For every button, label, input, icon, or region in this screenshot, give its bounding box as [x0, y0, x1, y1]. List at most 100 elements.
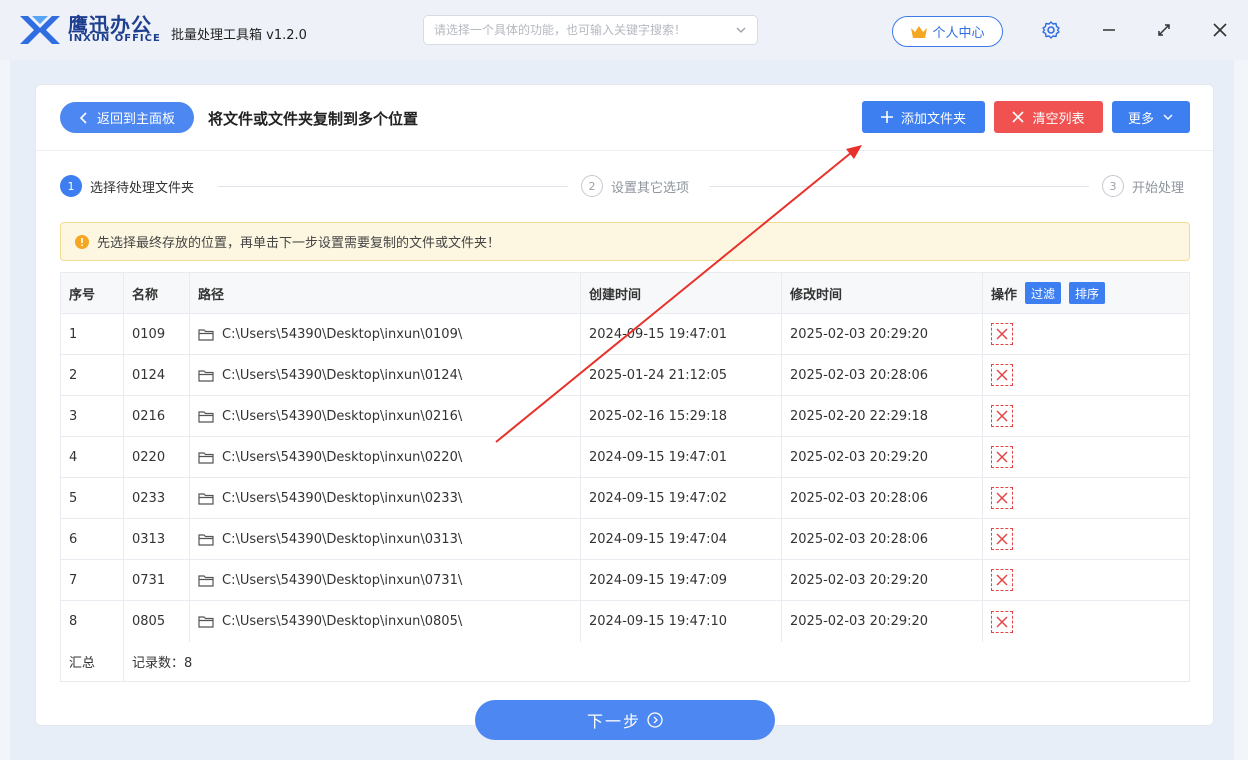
folder-table: 序号 名称 路径 创建时间 修改时间 操作 过滤 排序 1 0109 C:\User…	[60, 272, 1190, 682]
row-name: 0124	[124, 355, 190, 395]
row-created: 2025-01-24 21:12:05	[581, 355, 782, 395]
next-step-label: 下一步	[586, 712, 641, 731]
step-label: 开始处理	[1132, 180, 1185, 196]
row-actions	[983, 314, 1189, 354]
delete-icon[interactable]	[991, 528, 1013, 550]
table-row[interactable]: 2 0124 C:\Users\54390\Desktop\inxun\0124\ 2…	[61, 355, 1189, 396]
search-input[interactable]	[424, 16, 714, 44]
table-row[interactable]: 7 0731 C:\Users\54390\Desktop\inxun\0731\ 2…	[61, 560, 1189, 601]
row-actions	[983, 560, 1189, 600]
row-path: C:\Users\54390\Desktop\inxun\0313\	[190, 519, 581, 559]
table-row[interactable]: 1 0109 C:\Users\54390\Desktop\inxun\0109\ 2…	[61, 314, 1189, 355]
more-button[interactable]: 更多	[1112, 101, 1190, 133]
row-path-text: C:\Users\54390\Desktop\inxun\0124\	[222, 367, 463, 383]
row-path-text: C:\Users\54390\Desktop\inxun\0109\	[222, 326, 463, 342]
row-index: 1	[61, 314, 124, 354]
delete-icon[interactable]	[991, 323, 1013, 345]
chevron-down-icon[interactable]	[735, 24, 747, 36]
row-path: C:\Users\54390\Desktop\inxun\0233\	[190, 478, 581, 518]
row-actions	[983, 355, 1189, 395]
row-index: 5	[61, 478, 124, 518]
folder-icon	[198, 533, 214, 546]
arrow-right-circle-icon	[647, 712, 663, 728]
left-strip	[0, 60, 10, 760]
delete-icon[interactable]	[991, 446, 1013, 468]
col-actions: 操作 过滤 排序	[983, 273, 1189, 313]
folder-icon	[198, 492, 214, 505]
row-path: C:\Users\54390\Desktop\inxun\0216\	[190, 396, 581, 436]
delete-icon[interactable]	[991, 487, 1013, 509]
chevron-down-icon	[1163, 114, 1173, 120]
col-path: 路径	[190, 273, 581, 313]
row-modified: 2025-02-03 20:29:20	[782, 437, 983, 477]
row-name: 0805	[124, 601, 190, 642]
maximize-icon[interactable]	[1154, 20, 1174, 40]
main-panel: 返回到主面板 将文件或文件夹复制到多个位置 添加文件夹 清空列表 更多 1 选择…	[35, 84, 1214, 740]
table-row[interactable]: 3 0216 C:\Users\54390\Desktop\inxun\0216\ 2…	[61, 396, 1189, 437]
delete-icon[interactable]	[991, 364, 1013, 386]
step-label: 选择待处理文件夹	[90, 180, 195, 196]
row-index: 2	[61, 355, 124, 395]
step-2: 2 设置其它选项	[581, 175, 689, 197]
close-icon[interactable]	[1210, 20, 1230, 40]
row-path: C:\Users\54390\Desktop\inxun\0220\	[190, 437, 581, 477]
row-path: C:\Users\54390\Desktop\inxun\0109\	[190, 314, 581, 354]
step-number: 3	[1102, 175, 1124, 197]
plus-icon	[880, 111, 893, 123]
row-path-text: C:\Users\54390\Desktop\inxun\0233\	[222, 490, 463, 506]
folder-icon	[198, 574, 214, 587]
row-name: 0731	[124, 560, 190, 600]
row-name: 0313	[124, 519, 190, 559]
filter-button[interactable]: 过滤	[1025, 282, 1062, 304]
row-actions	[983, 519, 1189, 559]
search-box[interactable]	[423, 15, 758, 45]
crown-icon	[911, 25, 928, 38]
table-row[interactable]: 5 0233 C:\Users\54390\Desktop\inxun\0233\ 2…	[61, 478, 1189, 519]
row-path: C:\Users\54390\Desktop\inxun\0805\	[190, 601, 581, 642]
brand-name-en: INXUN OFFICE	[69, 33, 161, 44]
folder-icon	[198, 410, 214, 423]
add-folder-button[interactable]: 添加文件夹	[862, 101, 985, 133]
row-name: 0109	[124, 314, 190, 354]
gear-icon[interactable]	[1041, 20, 1061, 40]
row-path-text: C:\Users\54390\Desktop\inxun\0805\	[222, 614, 463, 629]
minimize-icon[interactable]	[1099, 20, 1119, 40]
row-modified: 2025-02-03 20:28:06	[782, 519, 983, 559]
x-icon	[1012, 111, 1025, 123]
user-center-button[interactable]: 个人中心	[892, 16, 1003, 47]
row-modified: 2025-02-20 22:29:18	[782, 396, 983, 436]
row-modified: 2025-02-03 20:29:20	[782, 560, 983, 600]
row-path: C:\Users\54390\Desktop\inxun\0731\	[190, 560, 581, 600]
step-1: 1 选择待处理文件夹	[60, 175, 194, 197]
row-created: 2024-09-15 19:47:10	[581, 601, 782, 642]
chevron-left-icon	[79, 111, 87, 124]
clear-list-button[interactable]: 清空列表	[994, 101, 1103, 133]
row-modified: 2025-02-03 20:28:06	[782, 355, 983, 395]
table-row[interactable]: 6 0313 C:\Users\54390\Desktop\inxun\0313\ 2…	[61, 519, 1189, 560]
row-created: 2024-09-15 19:47:01	[581, 437, 782, 477]
table-row[interactable]: 8 0805 C:\Users\54390\Desktop\inxun\0805\ 2…	[61, 601, 1189, 642]
row-actions	[983, 601, 1189, 642]
row-created: 2024-09-15 19:47:02	[581, 478, 782, 518]
user-center-label: 个人中心	[932, 26, 985, 41]
table-row[interactable]: 4 0220 C:\Users\54390\Desktop\inxun\0220\ 2…	[61, 437, 1189, 478]
step-number: 1	[60, 175, 82, 197]
back-to-main-button[interactable]: 返回到主面板	[60, 102, 194, 133]
add-folder-label: 添加文件夹	[900, 111, 966, 127]
notice-banner: 先选择最终存放的位置，再单击下一步设置需要复制的文件或文件夹！	[60, 222, 1190, 261]
delete-icon[interactable]	[991, 569, 1013, 591]
row-modified: 2025-02-03 20:28:06	[782, 478, 983, 518]
next-step-button[interactable]: 下一步	[475, 700, 775, 740]
sort-button[interactable]: 排序	[1069, 282, 1106, 304]
step-connector	[218, 186, 568, 187]
row-modified: 2025-02-03 20:29:20	[782, 314, 983, 354]
delete-icon[interactable]	[991, 610, 1013, 633]
folder-icon	[198, 328, 214, 341]
row-created: 2024-09-15 19:47:04	[581, 519, 782, 559]
col-actions-label: 操作	[991, 287, 1018, 303]
app-title: 批量处理工具箱 v1.2.0	[171, 28, 307, 43]
row-path-text: C:\Users\54390\Desktop\inxun\0731\	[222, 572, 463, 588]
row-created: 2024-09-15 19:47:01	[581, 314, 782, 354]
folder-icon	[198, 451, 214, 464]
delete-icon[interactable]	[991, 405, 1013, 427]
